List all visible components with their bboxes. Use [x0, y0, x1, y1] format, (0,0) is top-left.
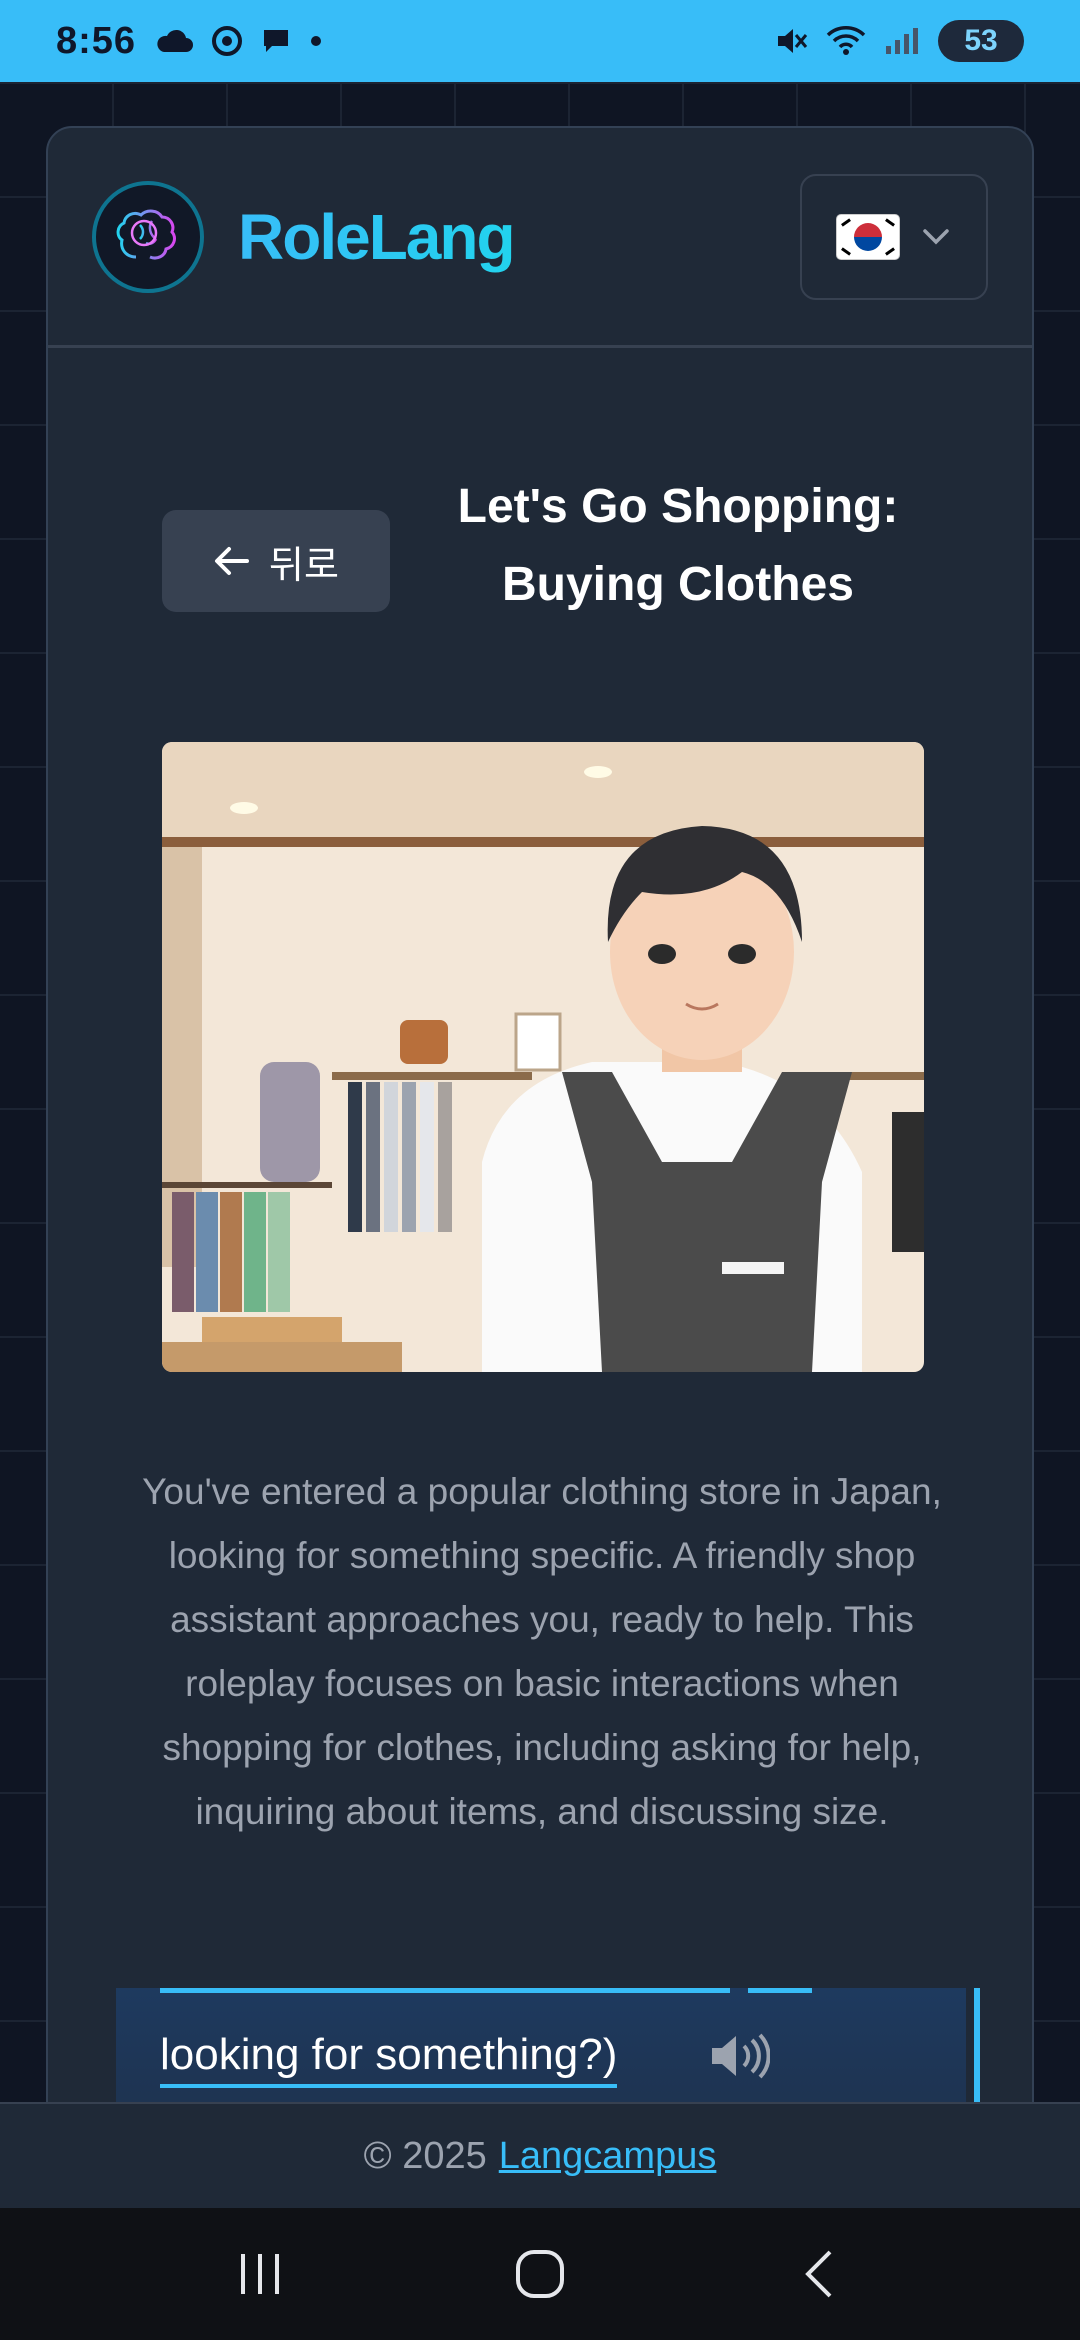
back-button-label: 뒤로	[269, 544, 339, 587]
footer-link-langcampus[interactable]: Langcampus	[499, 2135, 717, 2178]
notification-icons	[156, 26, 322, 56]
status-bar: 8:56 53	[0, 0, 1080, 82]
language-selector[interactable]	[800, 173, 988, 300]
chrome-icon	[212, 26, 243, 56]
mute-icon	[778, 29, 808, 53]
speaker-icon[interactable]	[708, 2032, 771, 2085]
page-title: Let's Go Shopping: Buying Clothes	[408, 468, 948, 624]
system-navigation-bar	[0, 2208, 1080, 2340]
dialog-text: looking for something?)	[160, 2030, 618, 2088]
title-line-2: Buying Clothes	[501, 558, 854, 611]
signal-icon	[886, 28, 918, 54]
main-card: RoleLang 뒤로 Let's Go Shopping: Buying Cl…	[46, 126, 1034, 2226]
footer-copyright: © 2025	[363, 2134, 487, 2177]
battery-indicator: 53	[938, 20, 1024, 62]
chevron-down-icon	[923, 228, 949, 244]
title-line-1: Let's Go Shopping:	[457, 480, 899, 533]
dialog-underline-2	[748, 1988, 812, 1993]
battery-level: 53	[964, 24, 998, 57]
recent-apps-button[interactable]	[200, 2234, 320, 2314]
brain-logo-icon[interactable]	[92, 180, 204, 293]
scenario-image	[162, 742, 924, 1372]
scenario-title-row: 뒤로 Let's Go Shopping: Buying Clothes	[48, 468, 1032, 648]
back-nav-button[interactable]	[760, 2234, 880, 2314]
recent-apps-icon	[241, 2254, 279, 2294]
home-button[interactable]	[480, 2234, 600, 2314]
scenario-description: You've entered a popular clothing store …	[142, 1471, 942, 1832]
back-chevron-icon	[805, 2250, 832, 2298]
arrow-left-icon	[215, 547, 250, 575]
chat-icon	[264, 30, 289, 52]
status-time: 8:56	[56, 19, 137, 62]
brand-name[interactable]: RoleLang	[238, 200, 516, 274]
south-korea-flag-icon	[837, 214, 899, 259]
wifi-icon	[826, 26, 866, 55]
dialog-underline	[160, 1988, 730, 1993]
app-header: RoleLang	[48, 128, 1032, 348]
home-icon	[516, 2250, 564, 2298]
system-icons: 53	[774, 20, 1024, 62]
back-button[interactable]: 뒤로	[162, 510, 390, 612]
dot-icon	[311, 36, 322, 46]
cloud-icon	[157, 29, 194, 52]
footer: © 2025 Langcampus	[0, 2102, 1080, 2208]
